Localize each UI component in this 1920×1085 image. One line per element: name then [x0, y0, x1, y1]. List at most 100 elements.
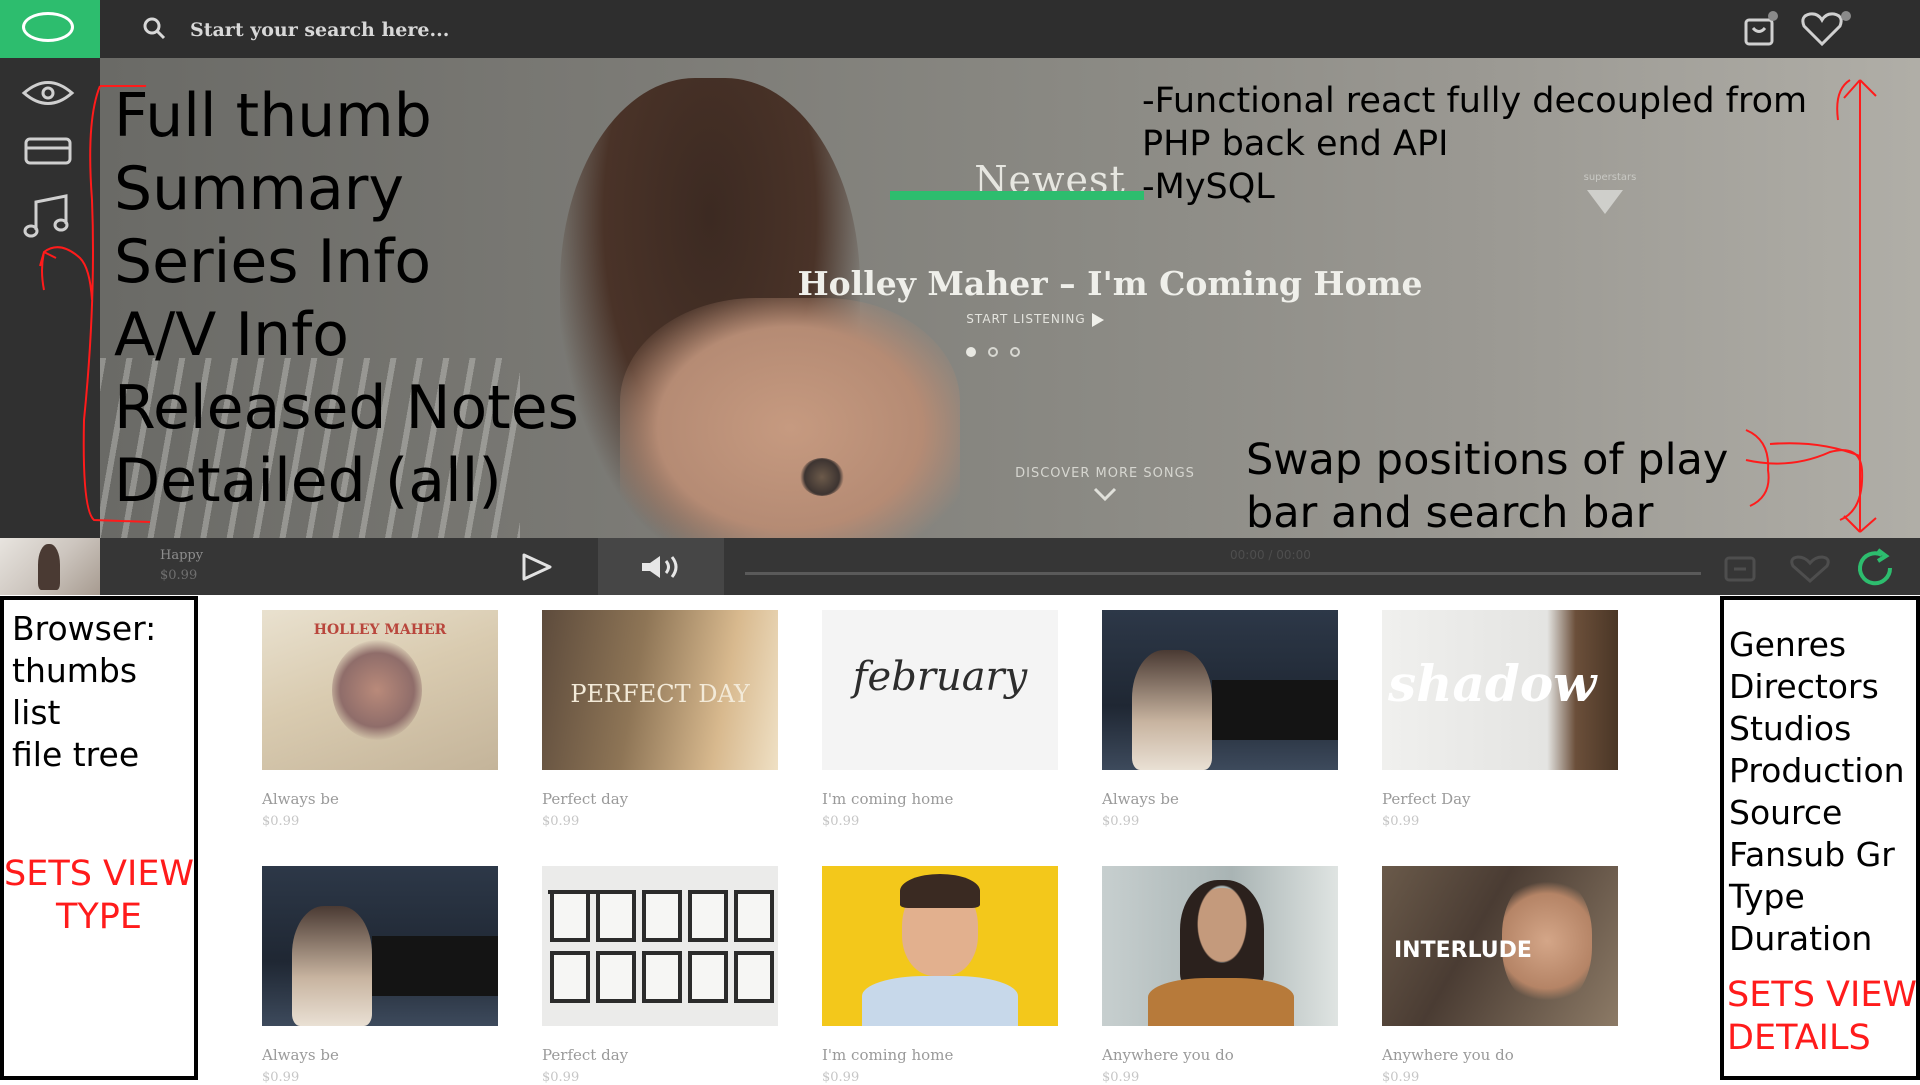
album-art: shadow — [1382, 610, 1618, 770]
detail-option-production[interactable]: Production — [1729, 750, 1905, 792]
album-price: $0.99 — [1382, 1070, 1420, 1085]
album-art-figure — [292, 906, 372, 1026]
heart-icon[interactable] — [1800, 10, 1852, 48]
detail-option-studios[interactable]: Studios — [1729, 708, 1905, 750]
view-option-file-tree[interactable]: file tree — [12, 734, 156, 776]
cart-icon[interactable] — [1722, 554, 1758, 584]
annotation-line: Series Info — [114, 227, 432, 297]
album-art-text: shadow — [1388, 654, 1597, 713]
search-icon — [143, 17, 166, 40]
view-option-list[interactable]: list — [12, 692, 156, 734]
album-price: $0.99 — [822, 814, 860, 829]
annotation-line: PHP back end API — [1142, 124, 1449, 164]
progress-bar[interactable] — [745, 572, 1701, 575]
browser-panel-options: Browser: thumbs list file tree — [12, 608, 156, 776]
detail-option-source[interactable]: Source — [1729, 792, 1905, 834]
album-title: Anywhere you do — [1102, 1046, 1234, 1064]
view-option-thumbs[interactable]: thumbs — [12, 650, 156, 692]
album-title: I'm coming home — [822, 790, 954, 808]
album-title: I'm coming home — [822, 1046, 954, 1064]
frame — [688, 890, 728, 942]
now-playing-title: Happy — [160, 548, 204, 563]
album-price: $0.99 — [1102, 1070, 1140, 1085]
annotation-line: Swap positions of play — [1246, 435, 1729, 485]
detail-option-fansub-group[interactable]: Fansub Gr — [1729, 834, 1905, 876]
frame — [734, 890, 774, 942]
swap-note-annotation: Swap positions of play bar and search ba… — [1246, 434, 1728, 540]
carousel-dot[interactable] — [966, 347, 976, 357]
hero-artist-image-body — [620, 298, 960, 538]
album-art-figure — [1132, 650, 1212, 770]
track-time: 00:00 / 00:00 — [1230, 548, 1311, 562]
eye-icon[interactable] — [18, 68, 78, 118]
frame — [688, 951, 728, 1003]
carousel-dot[interactable] — [988, 347, 998, 357]
album-art: HOLLEY MAHER — [262, 610, 498, 770]
album-art-piano — [372, 936, 498, 996]
thumbnail-figure — [38, 544, 60, 590]
album-art: february — [822, 610, 1058, 770]
tech-notes-annotation: -Functional react fully decoupled from P… — [1142, 80, 1807, 209]
album-art-shirt — [862, 976, 1018, 1026]
play-bar: Happy $0.99 00:00 / 00:00 — [0, 538, 1920, 595]
cart-icon[interactable] — [1740, 10, 1780, 48]
album-art — [1102, 866, 1338, 1026]
album-price: $0.99 — [262, 1070, 300, 1085]
frame — [596, 951, 636, 1003]
annotation-line: Summary — [114, 154, 404, 224]
detail-option-type[interactable]: Type — [1729, 876, 1905, 918]
album-art — [262, 866, 498, 1026]
album-title: Perfect day — [542, 1046, 629, 1064]
heart-icon[interactable] — [1786, 554, 1834, 584]
album-art — [542, 866, 778, 1026]
album-price: $0.99 — [1102, 814, 1140, 829]
album-art-hair — [900, 874, 980, 908]
play-button[interactable] — [518, 552, 554, 582]
details-panel-note: SETS VIEW DETAILS — [1727, 974, 1917, 1060]
album-price: $0.99 — [542, 1070, 580, 1085]
album-art-text: PERFECT DAY — [570, 680, 750, 708]
annotation-line: DETAILS — [1727, 1018, 1871, 1058]
hero-heading-underline — [890, 191, 1144, 200]
logo[interactable] — [0, 0, 100, 58]
details-panel-options: Genres Directors Studios Production Sour… — [1729, 624, 1905, 960]
volume-control[interactable] — [598, 538, 724, 595]
album-price: $0.99 — [262, 814, 300, 829]
sidebar — [0, 58, 100, 538]
album-title: Anywhere you do — [1382, 1046, 1514, 1064]
album-title: Always be — [262, 1046, 339, 1064]
detail-option-genres[interactable]: Genres — [1729, 624, 1905, 666]
album-price: $0.99 — [822, 1070, 860, 1085]
album-title: Perfect day — [542, 790, 629, 808]
view-modes-annotation: Full thumb Summary Series Info A/V Info … — [114, 80, 579, 518]
album-price: $0.99 — [542, 814, 580, 829]
album-price: $0.99 — [1382, 814, 1420, 829]
carousel-dot[interactable] — [1010, 347, 1020, 357]
annotation-line: Browser: — [12, 609, 157, 648]
discover-more-link[interactable]: DISCOVER MORE SONGS — [930, 466, 1280, 481]
frame — [642, 951, 682, 1003]
album-art — [1102, 610, 1338, 770]
detail-option-directors[interactable]: Directors — [1729, 666, 1905, 708]
ticket-icon[interactable] — [18, 126, 78, 176]
album-art-shirt — [1148, 978, 1294, 1026]
frame — [734, 951, 774, 1003]
start-listening-link[interactable]: START LISTENING — [905, 312, 1165, 327]
hero-flower-image — [800, 458, 844, 496]
repeat-icon[interactable] — [1852, 548, 1898, 588]
album-title: Always be — [262, 790, 339, 808]
music-note-icon[interactable] — [18, 192, 78, 242]
now-playing-thumbnail[interactable] — [0, 538, 100, 595]
album-art-frame-grid — [550, 890, 774, 1006]
album-art-figure — [332, 640, 422, 740]
album-art — [822, 866, 1058, 1026]
detail-option-duration[interactable]: Duration — [1729, 918, 1905, 960]
annotation-line: Released Notes — [114, 373, 579, 443]
frame — [550, 890, 590, 942]
volume-icon — [642, 556, 678, 578]
album-art-text: INTERLUDE — [1394, 938, 1532, 963]
annotation-line: TYPE — [56, 897, 142, 937]
chevron-down-icon[interactable] — [1092, 485, 1118, 503]
album-art-text: february — [852, 654, 1028, 700]
search-input[interactable] — [188, 12, 892, 48]
